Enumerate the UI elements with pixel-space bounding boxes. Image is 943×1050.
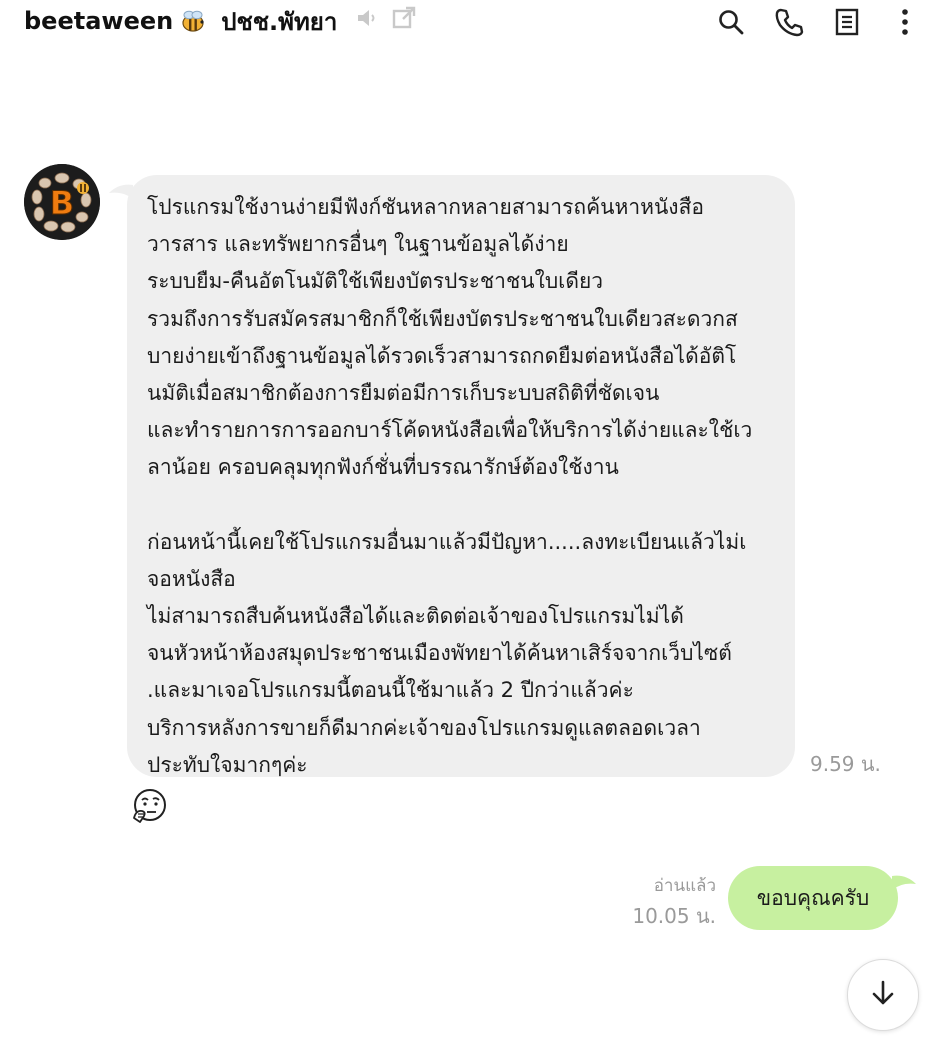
chat-title-name: beetaween <box>24 7 174 35</box>
chat-title[interactable]: beetaween ปชช.พัทยา <box>24 4 417 38</box>
message-paragraph-2: ก่อนหน้านี้เคยใช้โปรแกรมอื่นมาแล้วมีปัญห… <box>147 529 747 777</box>
arrow-down-icon <box>870 979 896 1011</box>
thinking-face-emoji-icon[interactable] <box>130 788 168 824</box>
incoming-message-bubble[interactable]: โปรแกรมใช้งานง่ายมีฟังก์ชันหลากหลายสามาร… <box>109 175 795 777</box>
avatar-letter: B <box>50 184 74 222</box>
more-vertical-icon[interactable] <box>889 6 921 38</box>
open-external-icon[interactable] <box>391 5 417 37</box>
message-paragraph-1: โปรแกรมใช้งานง่ายมีฟังก์ชันหลากหลายสามาร… <box>147 195 753 480</box>
read-status: อ่านแล้ว <box>653 876 716 896</box>
search-icon[interactable] <box>715 6 747 38</box>
outgoing-message-text: ขอบคุณครับ <box>756 885 870 910</box>
incoming-message-time: 9.59 น. <box>810 752 881 776</box>
notes-icon[interactable] <box>831 6 863 38</box>
chat-window: beetaween ปชช.พัทยา B โปรแกรมใช้งานง่ายม… <box>0 0 943 1050</box>
chat-header: beetaween ปชช.พัทยา <box>0 0 943 44</box>
avatar[interactable]: B <box>24 164 100 240</box>
outgoing-message-time: 10.05 น. <box>632 904 716 928</box>
bee-emoji-icon <box>179 9 207 33</box>
chat-title-group: ปชช.พัทยา <box>221 7 338 36</box>
phone-icon[interactable] <box>773 6 805 38</box>
scroll-to-bottom-button[interactable] <box>847 959 919 1031</box>
speaker-muted-icon[interactable] <box>355 6 379 36</box>
outgoing-message-bubble[interactable]: ขอบคุณครับ <box>728 866 916 930</box>
